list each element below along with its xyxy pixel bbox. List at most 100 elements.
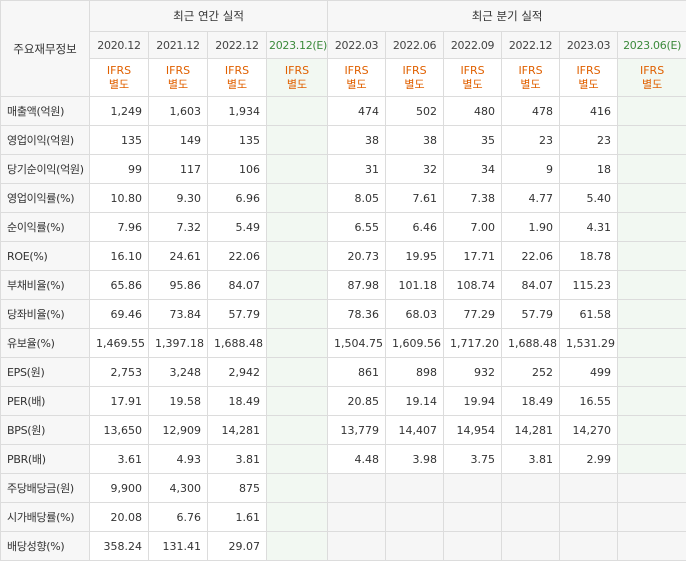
row-label: 당기순이익(억원): [0, 154, 90, 184]
quarter-value: 101.18: [385, 270, 445, 300]
table-row: PER(배) 17.91 19.58 18.49 20.85 19.14 19.94 18.4…: [0, 386, 686, 416]
quarter-value: 57.79: [501, 299, 561, 329]
row-label: 영업이익률(%): [0, 183, 90, 213]
ifrs-basis-text: 별도: [346, 77, 367, 91]
quarter-value: 932: [443, 357, 503, 387]
quarter-value: 18.49: [501, 386, 561, 416]
annual-value: 73.84: [148, 299, 208, 329]
quarter-value: 1,531.29: [559, 328, 619, 358]
quarter-value: [617, 212, 686, 242]
quarter-value: [617, 183, 686, 213]
quarter-value: 898: [385, 357, 445, 387]
quarter-value: 1,717.20: [443, 328, 503, 358]
quarter-value: 1.90: [501, 212, 561, 242]
annual-value: [265, 212, 329, 242]
annual-value: 1.61: [207, 502, 267, 532]
row-label: 당좌비율(%): [0, 299, 90, 329]
quarter-value: 416: [559, 96, 619, 126]
annual-ifrs-label-3: IFRS 별도: [265, 58, 329, 97]
quarter-value: 20.73: [327, 241, 387, 271]
annual-value: 4.93: [148, 444, 208, 474]
quarter-value: [327, 473, 387, 503]
annual-value: [265, 270, 329, 300]
quarter-ifrs-label-5: IFRS 별도: [617, 58, 686, 97]
header-group-row: 주요재무정보 최근 연간 실적 최근 분기 실적: [0, 0, 686, 97]
table-row: 순이익률(%) 7.96 7.32 5.49 6.55 6.46 7.00 1.90 4.31: [0, 212, 686, 242]
annual-value: 9,900: [89, 473, 149, 503]
quarter-value: 9: [501, 154, 561, 184]
annual-value: 131.41: [148, 531, 208, 561]
financial-rows: 매출액(억원) 1,249 1,603 1,934 474 502 480 478 416 영업이…: [0, 96, 686, 561]
quarter-value: 32: [385, 154, 445, 184]
table-row: 당기순이익(억원) 99 117 106 31 32 34 9 18: [0, 154, 686, 184]
ifrs-basis-text: 별도: [520, 77, 541, 91]
period-header-row: 2020.12 2021.12 2022.12 2023.12(E) 2022.03 20…: [1, 31, 686, 59]
table-row: 배당성향(%) 358.24 131.41 29.07: [0, 531, 686, 561]
ifrs-basis-text: 별도: [226, 77, 248, 91]
table-row: 주당배당금(원) 9,900 4,300 875: [0, 473, 686, 503]
quarter-group-header: 최근 분기 실적: [327, 0, 686, 32]
annual-value: 84.07: [207, 270, 267, 300]
annual-value: 10.80: [89, 183, 149, 213]
annual-value: 16.10: [89, 241, 149, 271]
row-label: ROE(%): [0, 241, 90, 271]
quarter-value: 19.14: [385, 386, 445, 416]
annual-value: 19.58: [148, 386, 208, 416]
annual-value: [265, 154, 329, 184]
quarter-value: 502: [385, 96, 445, 126]
annual-value: 5.49: [207, 212, 267, 242]
annual-value: 1,934: [207, 96, 267, 126]
quarter-value: 68.03: [385, 299, 445, 329]
quarter-value: [617, 444, 686, 474]
ifrs-basis-text: 별도: [108, 77, 130, 91]
annual-value: 3.81: [207, 444, 267, 474]
quarter-value: 478: [501, 96, 561, 126]
quarter-value: [327, 531, 387, 561]
ifrs-text: IFRS: [518, 63, 543, 77]
annual-value: 12,909: [148, 415, 208, 445]
quarter-value: 4.48: [327, 444, 387, 474]
annual-value: 6.96: [207, 183, 267, 213]
row-label: PBR(배): [0, 444, 90, 474]
annual-value: 99: [89, 154, 149, 184]
row-label: 매출액(억원): [0, 96, 90, 126]
quarter-value: 6.55: [327, 212, 387, 242]
annual-value: [265, 183, 329, 213]
table-row: 매출액(억원) 1,249 1,603 1,934 474 502 480 478 416: [0, 96, 686, 126]
table-row: 부채비율(%) 65.86 95.86 84.07 87.98 101.18 108.74 8…: [0, 270, 686, 300]
quarter-value: 78.36: [327, 299, 387, 329]
quarter-ifrs-label-4: IFRS 별도: [559, 58, 619, 97]
annual-period-1: 2021.12: [148, 31, 208, 59]
quarter-value: [443, 502, 503, 532]
quarter-value: [617, 386, 686, 416]
annual-value: [265, 473, 329, 503]
table-row: PBR(배) 3.61 4.93 3.81 4.48 3.98 3.75 3.81 2.99: [0, 444, 686, 474]
quarter-value: [501, 473, 561, 503]
quarter-value: [617, 328, 686, 358]
annual-value: 9.30: [148, 183, 208, 213]
quarter-value: 499: [559, 357, 619, 387]
ifrs-text: IFRS: [165, 63, 191, 77]
ifrs-text: IFRS: [402, 63, 427, 77]
annual-value: [265, 96, 329, 126]
quarter-value: 16.55: [559, 386, 619, 416]
quarter-ifrs-label-1: IFRS 별도: [385, 58, 445, 97]
quarter-value: [617, 241, 686, 271]
annual-value: 117: [148, 154, 208, 184]
quarter-value: [617, 270, 686, 300]
annual-value: [265, 502, 329, 532]
table-row: ROE(%) 16.10 24.61 22.06 20.73 19.95 17.71 22.0…: [0, 241, 686, 271]
annual-value: [265, 328, 329, 358]
quarter-value: 87.98: [327, 270, 387, 300]
row-label: BPS(원): [0, 415, 90, 445]
quarter-period-5: 2023.06(E): [617, 31, 686, 59]
quarter-value: 1,688.48: [501, 328, 561, 358]
quarter-value: 861: [327, 357, 387, 387]
quarter-ifrs-label-2: IFRS 별도: [443, 58, 503, 97]
table-row: BPS(원) 13,650 12,909 14,281 13,779 14,407 14,9…: [0, 415, 686, 445]
quarter-value: 17.71: [443, 241, 503, 271]
ifrs-text: IFRS: [344, 63, 369, 77]
ifrs-text: IFRS: [224, 63, 250, 77]
ifrs-basis-text: 별도: [167, 77, 189, 91]
quarter-value: [327, 502, 387, 532]
